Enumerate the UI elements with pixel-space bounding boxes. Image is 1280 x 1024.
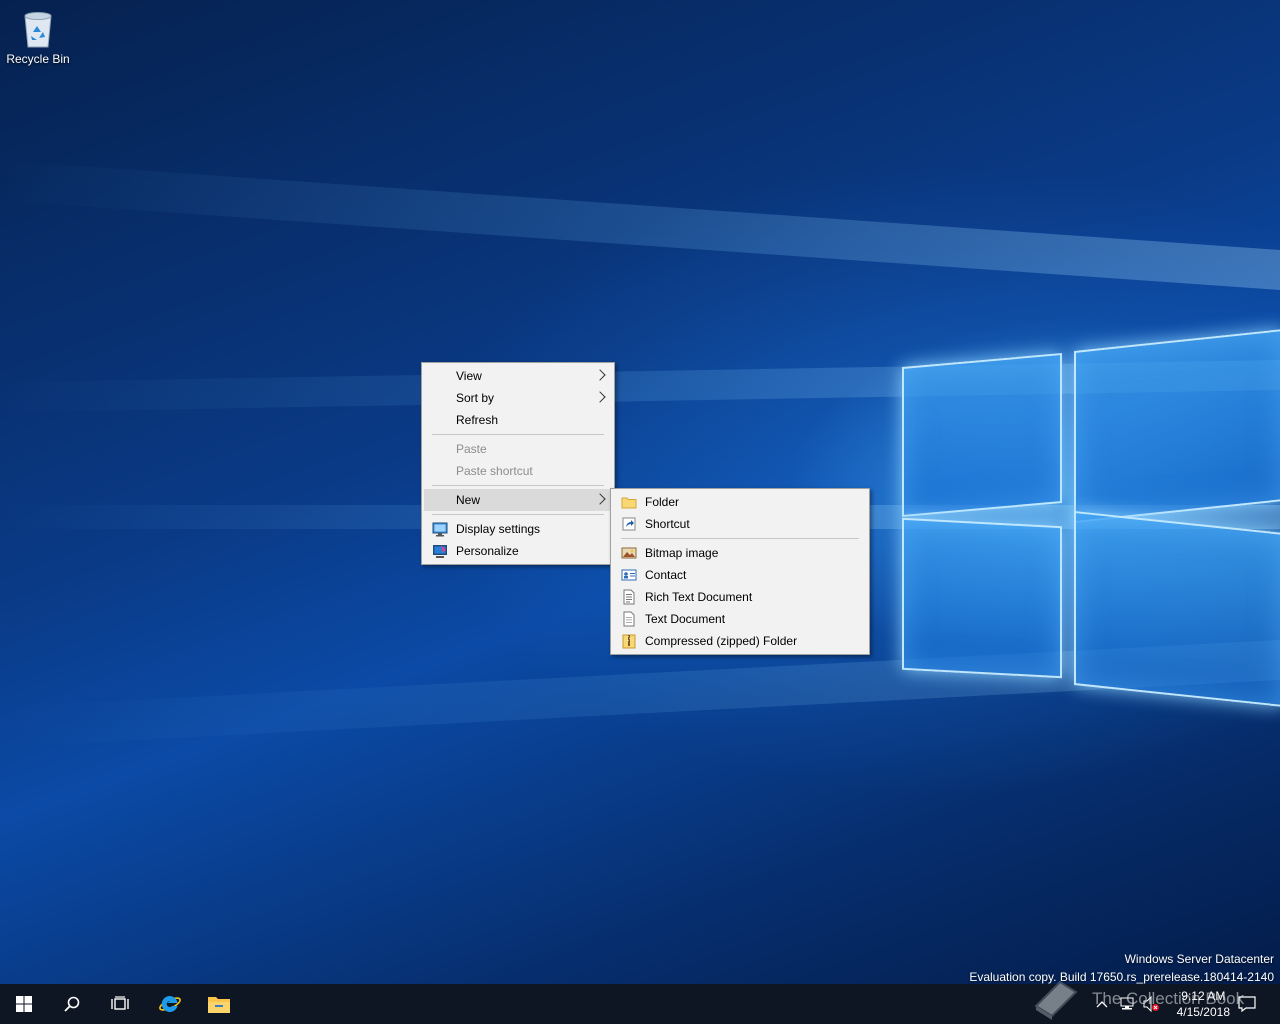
menu-item-label: Shortcut	[645, 517, 690, 531]
shortcut-icon	[621, 516, 637, 532]
menu-item-label: Text Document	[645, 612, 726, 626]
start-button[interactable]	[0, 984, 48, 1024]
menu-item-label: Refresh	[456, 413, 499, 427]
menu-item-label: View	[456, 369, 482, 383]
personalize-icon	[432, 543, 448, 559]
task-view-icon	[111, 996, 129, 1010]
file-explorer-button[interactable]	[195, 984, 243, 1024]
edition-text: Windows Server Datacenter	[1124, 952, 1274, 966]
menu-item-label: Rich Text Document	[645, 590, 753, 604]
menu-separator	[432, 514, 604, 515]
logo-pane	[902, 353, 1062, 517]
chevron-right-icon	[594, 391, 606, 403]
action-center-button[interactable]	[1232, 984, 1262, 1024]
menu-item-view[interactable]: View	[422, 365, 614, 387]
volume-muted-icon	[1143, 996, 1159, 1012]
new-item-contact[interactable]: Contact	[611, 564, 869, 586]
menu-item-display-settings[interactable]: Display settings	[422, 518, 614, 540]
menu-separator	[432, 434, 604, 435]
network-button[interactable]	[1116, 984, 1138, 1024]
menu-item-paste-shortcut[interactable]: Paste shortcut	[422, 460, 614, 482]
light-beam	[0, 160, 1280, 290]
new-item-shortcut[interactable]: Shortcut	[611, 513, 869, 535]
rich-text-document-icon	[621, 589, 637, 605]
start-icon	[16, 996, 32, 1012]
new-item-bitmap[interactable]: Bitmap image	[611, 542, 869, 564]
menu-item-paste[interactable]: Paste	[422, 438, 614, 460]
task-view-button[interactable]	[96, 984, 144, 1024]
folder-icon	[621, 494, 637, 510]
menu-item-label: Contact	[645, 568, 687, 582]
menu-item-label: Compressed (zipped) Folder	[645, 634, 798, 648]
notification-icon	[1238, 996, 1256, 1012]
file-explorer-icon	[208, 997, 230, 1013]
build-text: Evaluation copy. Build 17650.rs_prerelea…	[969, 970, 1274, 984]
menu-separator	[621, 538, 859, 539]
clock[interactable]: 9:12 AM 4/15/2018	[1177, 988, 1230, 1020]
bitmap-image-icon	[621, 545, 637, 561]
volume-button[interactable]	[1140, 984, 1162, 1024]
new-item-rich-text[interactable]: Rich Text Document	[611, 586, 869, 608]
search-button[interactable]	[48, 984, 96, 1024]
desktop[interactable]: Recycle Bin Windows Server Datacenter Ev…	[0, 0, 1280, 984]
menu-item-label: Paste shortcut	[456, 464, 533, 478]
menu-item-label: Bitmap image	[645, 546, 719, 560]
recycle-bin-shortcut[interactable]: Recycle Bin	[4, 8, 72, 66]
chevron-right-icon	[594, 369, 606, 381]
text-document-icon	[621, 611, 637, 627]
menu-item-label: Paste	[456, 442, 487, 456]
menu-separator	[432, 485, 604, 486]
new-submenu: Folder Shortcut Bitmap image Contact Ric…	[610, 488, 870, 655]
logo-pane	[1074, 510, 1280, 708]
clock-date: 4/15/2018	[1176, 1005, 1230, 1019]
menu-item-refresh[interactable]: Refresh	[422, 409, 614, 431]
menu-item-label: Display settings	[456, 522, 541, 536]
zip-folder-icon	[621, 633, 637, 649]
logo-pane	[902, 517, 1062, 679]
desktop-context-menu: View Sort by Refresh Paste Paste shortcu…	[421, 362, 615, 565]
clock-time: 9:12 AM	[1181, 989, 1226, 1003]
search-icon	[64, 996, 80, 1012]
new-item-zip-folder[interactable]: Compressed (zipped) Folder	[611, 630, 869, 652]
menu-item-label: Sort by	[456, 391, 495, 405]
contact-icon	[621, 567, 637, 583]
taskbar: 9:12 AM 4/15/2018 The Collection Book	[0, 980, 1280, 1024]
internet-explorer-button[interactable]	[146, 984, 194, 1024]
menu-item-label: Personalize	[456, 544, 519, 558]
menu-item-new[interactable]: New	[424, 489, 612, 511]
os-watermark: Windows Server Datacenter Evaluation cop…	[969, 950, 1274, 984]
new-item-folder[interactable]: Folder	[611, 491, 869, 513]
menu-item-label: Folder	[645, 495, 680, 509]
new-item-text-document[interactable]: Text Document	[611, 608, 869, 630]
chevron-right-icon	[594, 493, 606, 505]
menu-item-personalize[interactable]: Personalize	[422, 540, 614, 562]
display-settings-icon	[432, 521, 448, 537]
chevron-up-icon	[1096, 1001, 1108, 1008]
network-icon	[1120, 997, 1134, 1010]
recycle-bin-label: Recycle Bin	[6, 52, 70, 66]
menu-item-sort-by[interactable]: Sort by	[422, 387, 614, 409]
menu-item-label: New	[456, 493, 481, 507]
recycle-bin-icon	[21, 8, 55, 48]
logo-pane	[1074, 328, 1280, 524]
internet-explorer-icon	[159, 995, 181, 1012]
tray-overflow-button[interactable]	[1092, 984, 1112, 1024]
